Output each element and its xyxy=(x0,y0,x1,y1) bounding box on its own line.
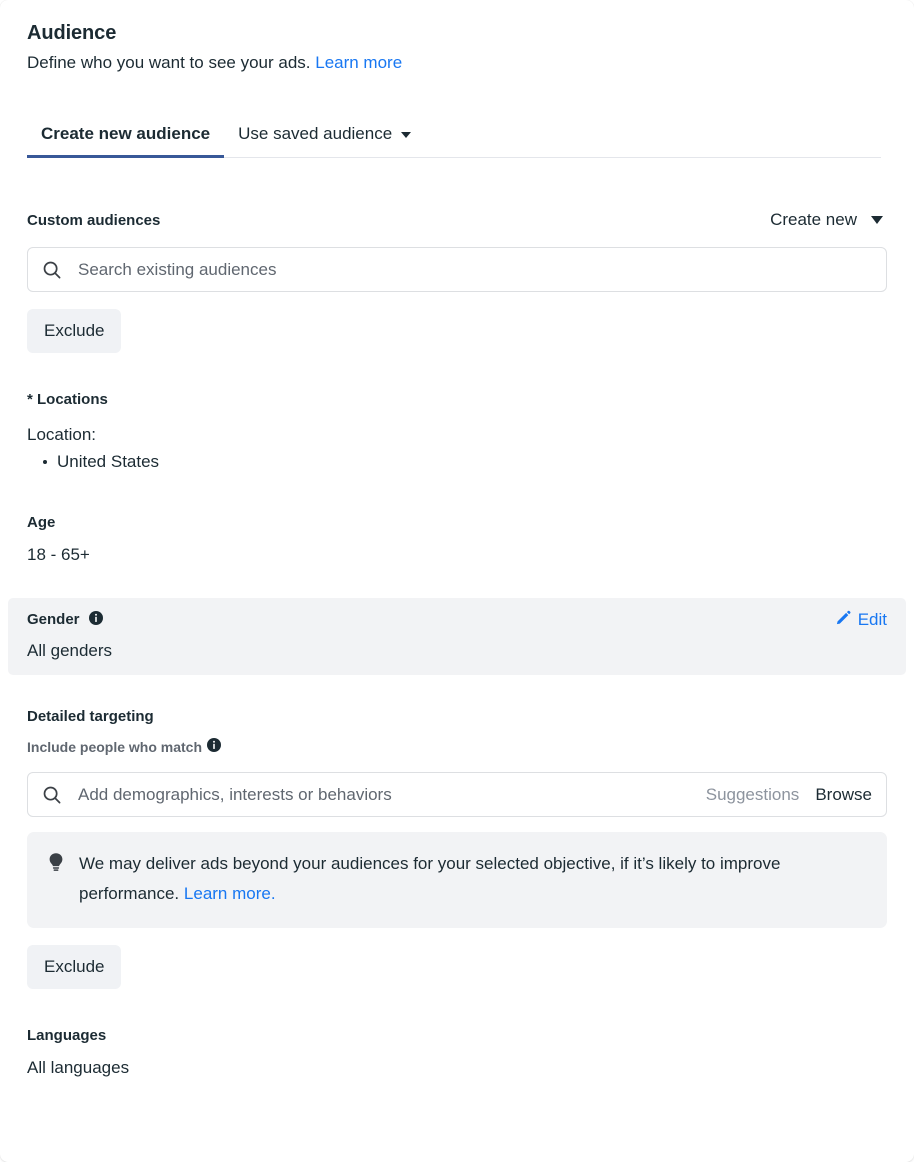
page-title: Audience xyxy=(27,22,117,44)
gender-header-row: Gender Edit xyxy=(27,609,887,631)
create-new-audience-button[interactable]: Create new xyxy=(770,210,883,230)
custom-audiences-label: Custom audiences xyxy=(27,211,161,229)
detailed-targeting-search-box[interactable]: Add demographics, interests or behaviors… xyxy=(27,772,887,817)
gender-value: All genders xyxy=(27,641,113,660)
pencil-icon xyxy=(835,609,852,631)
locations-section: * Locations Location: United States xyxy=(27,391,887,474)
delivery-tip-learn-more-link[interactable]: Learn more. xyxy=(184,884,276,903)
tab-use-saved-audience-label: Use saved audience xyxy=(238,124,393,143)
detailed-targeting-section: Detailed targeting Include people who ma… xyxy=(27,708,887,989)
languages-label: Languages xyxy=(27,1027,107,1044)
detailed-targeting-search-placeholder: Add demographics, interests or behaviors xyxy=(78,784,392,804)
chevron-down-icon xyxy=(871,216,883,224)
age-label: Age xyxy=(27,514,56,531)
detailed-targeting-actions: Suggestions Browse xyxy=(706,785,872,805)
page-subtitle: Define who you want to see your ads. Lea… xyxy=(27,52,887,74)
locations-label: * Locations xyxy=(27,391,108,408)
delivery-tip-box: We may deliver ads beyond your audiences… xyxy=(27,832,887,928)
locations-list: United States xyxy=(27,450,887,474)
suggestions-button[interactable]: Suggestions xyxy=(706,785,800,805)
languages-section: Languages All languages xyxy=(27,1027,887,1079)
tab-create-new-audience[interactable]: Create new audience xyxy=(27,124,225,158)
custom-audience-search-placeholder: Search existing audiences xyxy=(78,259,277,279)
audience-panel: Audience Define who you want to see your… xyxy=(0,0,914,1162)
info-icon[interactable] xyxy=(207,738,222,755)
audience-header: Audience Define who you want to see your… xyxy=(27,0,887,74)
locations-caption: Location: xyxy=(27,425,96,444)
detailed-targeting-label: Detailed targeting xyxy=(27,708,154,725)
header-learn-more-link[interactable]: Learn more xyxy=(315,53,402,72)
tab-create-new-audience-label: Create new audience xyxy=(41,124,211,143)
detailed-targeting-exclude-button[interactable]: Exclude xyxy=(27,945,122,989)
lightbulb-icon xyxy=(47,849,65,909)
chevron-down-icon xyxy=(401,132,412,138)
create-new-audience-label: Create new xyxy=(770,210,857,229)
custom-audience-search-box[interactable]: Search existing audiences xyxy=(27,247,887,292)
page-subtitle-text: Define who you want to see your ads. xyxy=(27,53,311,72)
info-icon[interactable] xyxy=(88,611,103,629)
gender-edit-button[interactable]: Edit xyxy=(835,609,887,631)
detailed-targeting-sub-label: Include people who match xyxy=(27,738,203,755)
search-icon xyxy=(42,260,62,280)
gender-edit-label: Edit xyxy=(857,610,887,629)
custom-audiences-exclude-button[interactable]: Exclude xyxy=(27,309,122,353)
list-item: United States xyxy=(43,450,887,474)
search-icon xyxy=(42,785,62,805)
languages-value: All languages xyxy=(27,1058,130,1077)
gender-label: Gender xyxy=(27,611,80,628)
delivery-tip-text-wrap: We may deliver ads beyond your audiences… xyxy=(79,849,869,909)
audience-tabs: Create new audience Use saved audience xyxy=(27,112,881,158)
gender-label-wrap: Gender xyxy=(27,611,103,629)
age-section: Age 18 - 65+ xyxy=(27,514,887,566)
detailed-targeting-sub-label-row: Include people who match xyxy=(27,738,887,755)
gender-section: Gender Edit All genders xyxy=(8,598,906,675)
tab-use-saved-audience[interactable]: Use saved audience xyxy=(224,124,425,157)
custom-audiences-header: Custom audiences Create new xyxy=(27,210,887,230)
age-value: 18 - 65+ xyxy=(27,545,90,564)
browse-button[interactable]: Browse xyxy=(815,785,872,805)
